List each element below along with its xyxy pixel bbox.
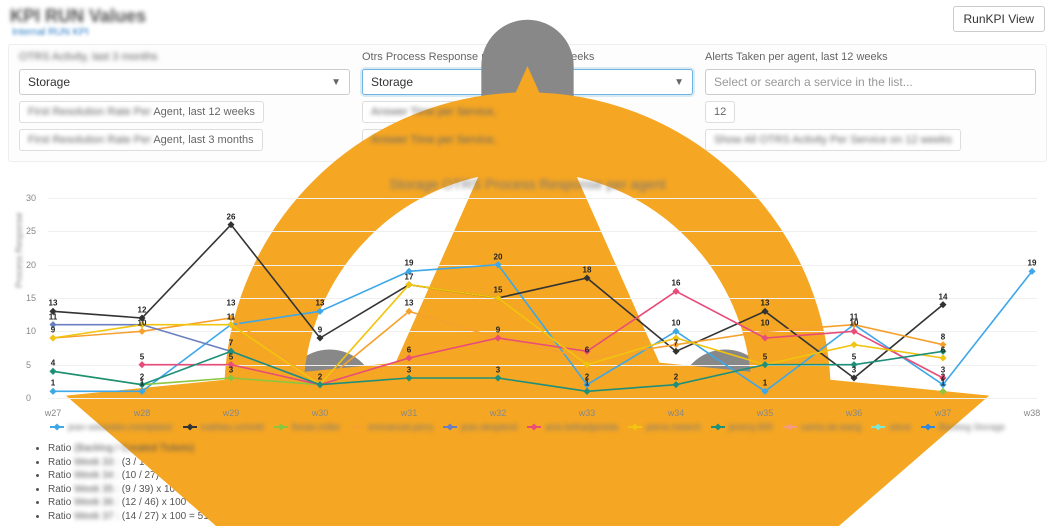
x-tick: w27 [45, 408, 62, 418]
chart-area: Process Response 13119411210521261311753… [48, 198, 1037, 418]
x-tick: w30 [312, 408, 329, 418]
x-tick: w31 [401, 408, 418, 418]
y-tick: 5 [26, 360, 31, 370]
x-tick: w34 [668, 408, 685, 418]
x-tick: w36 [846, 408, 863, 418]
y-axis-label: Process Response [14, 212, 24, 288]
legend-item[interactable]: jean-sebastien.montplaisir [50, 422, 173, 432]
x-tick: w35 [757, 408, 774, 418]
x-tick: w33 [579, 408, 596, 418]
y-tick: 15 [26, 293, 36, 303]
y-tick: 30 [26, 193, 36, 203]
x-tick: w37 [935, 408, 952, 418]
x-tick: w38 [1024, 408, 1041, 418]
y-tick: 25 [26, 226, 36, 236]
y-tick: 10 [26, 326, 36, 336]
y-tick: 0 [26, 393, 31, 403]
legend-item[interactable]: steve [871, 422, 911, 432]
x-tick: w28 [134, 408, 151, 418]
runkpi-view-button[interactable]: RunKPI View [953, 6, 1045, 32]
x-tick: w32 [490, 408, 507, 418]
chart-title: Storage OTRS Process Response per agent [8, 176, 1047, 192]
bell-icon[interactable] [204, 9, 220, 25]
x-tick: w29 [223, 408, 240, 418]
y-tick: 20 [26, 260, 36, 270]
page-subtitle: Internal RUN KPI [12, 27, 1045, 38]
